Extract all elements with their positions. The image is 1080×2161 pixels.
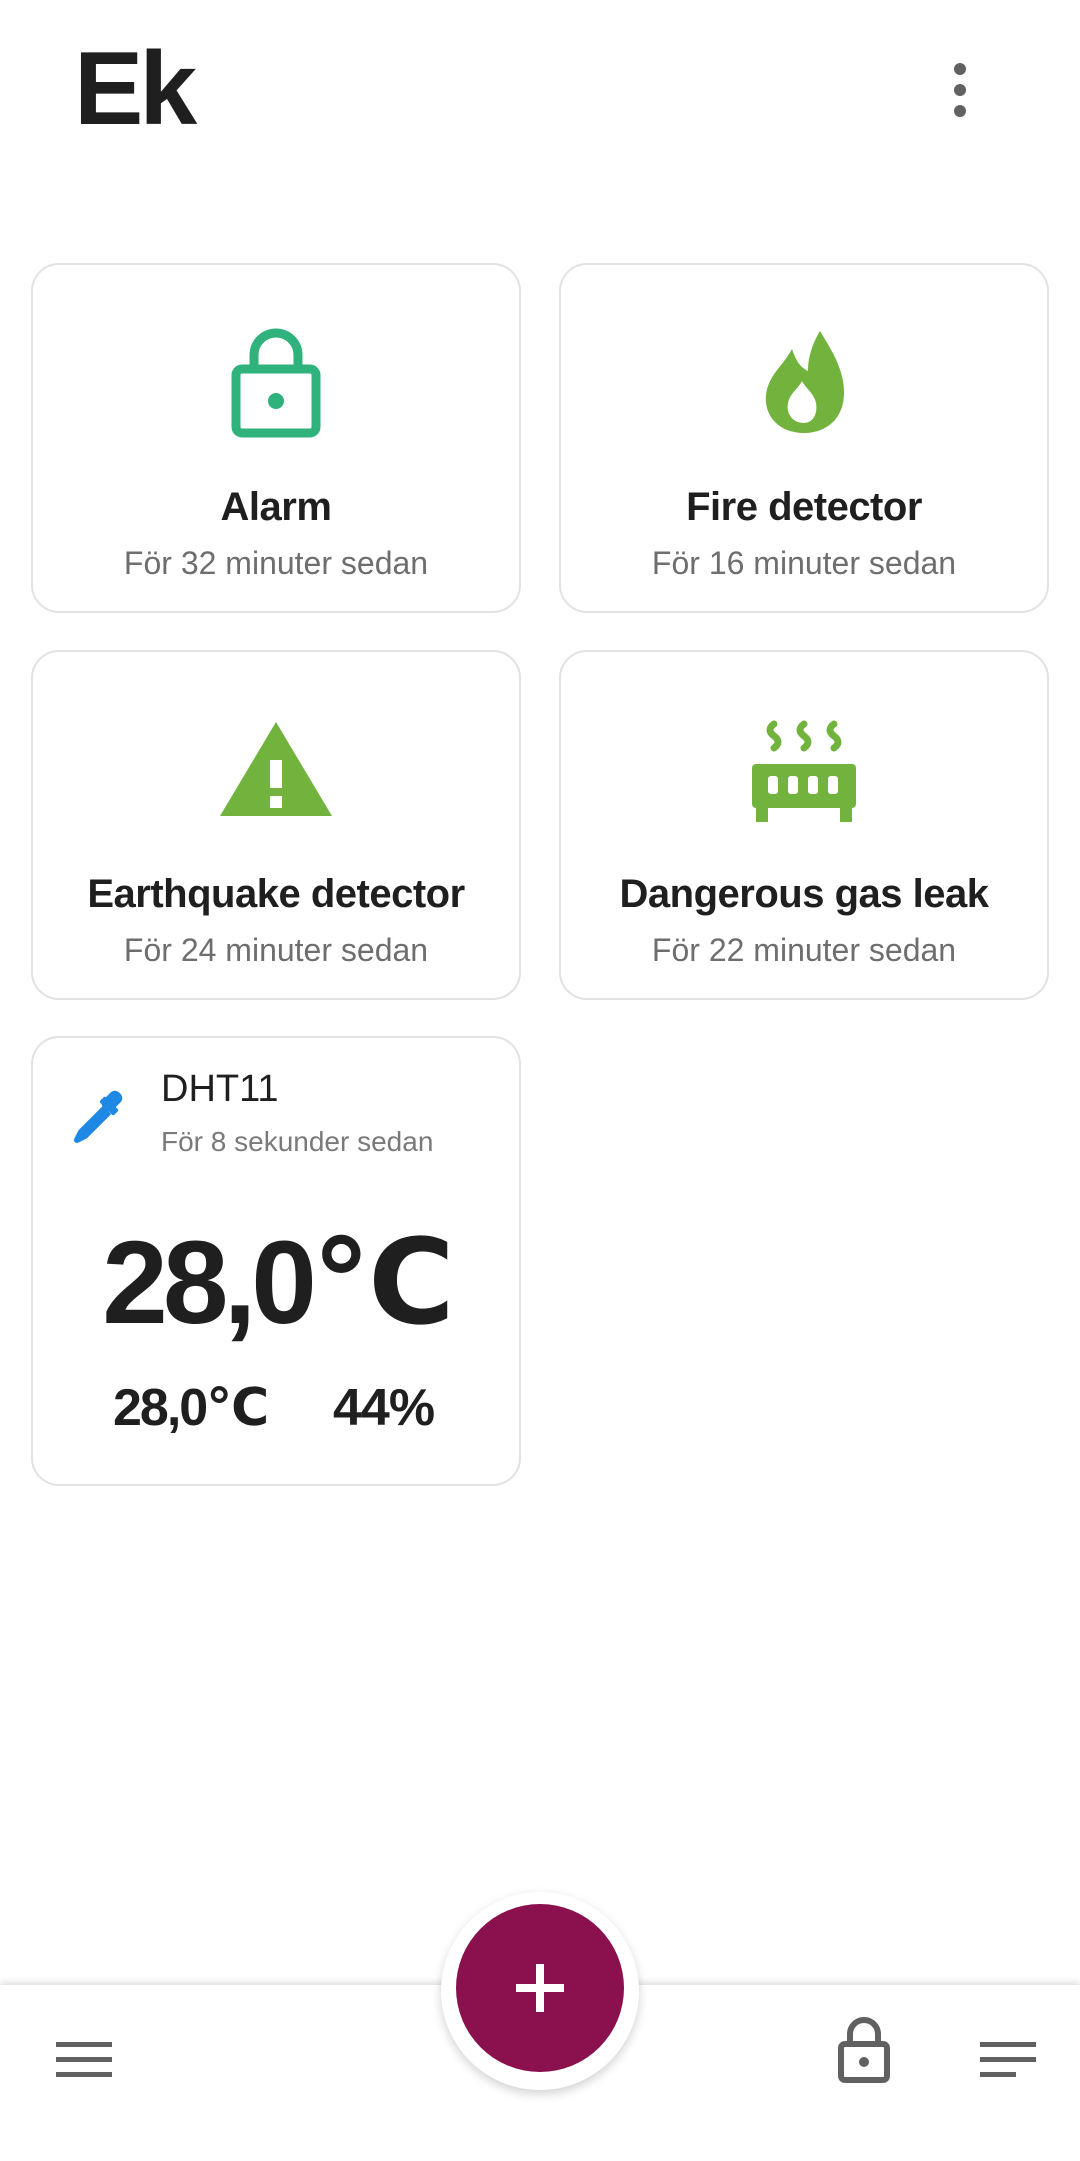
tile-fire-detector[interactable]: Fire detector För 16 minuter sedan [559, 263, 1049, 613]
sort-lines-icon[interactable] [980, 2040, 1036, 2085]
page-title: Ek [74, 31, 197, 147]
hamburger-menu-icon[interactable] [56, 2040, 112, 2085]
top-app-bar: Ek [0, 0, 1080, 180]
flame-icon [561, 321, 1047, 441]
lock-icon[interactable] [836, 2016, 892, 2089]
radiator-icon [561, 708, 1047, 828]
tile-earthquake-detector[interactable]: Earthquake detector För 24 minuter sedan [31, 650, 521, 1000]
tile-name: Alarm [220, 485, 332, 529]
tile-time: För 24 minuter sedan [123, 932, 429, 968]
lock-icon [33, 321, 519, 441]
warning-icon [33, 708, 519, 828]
tile-time: För 22 minuter sedan [651, 932, 957, 968]
tile-dangerous-gas-leak[interactable]: Dangerous gas leak För 22 minuter sedan [559, 650, 1049, 1000]
sensor-humidity: 44% [333, 1379, 435, 1437]
tile-time: För 16 minuter sedan [651, 545, 957, 581]
sensor-name: DHT11 [161, 1068, 279, 1110]
tile-name: Dangerous gas leak [619, 872, 989, 916]
tile-name: Fire detector [686, 485, 922, 529]
tile-time: För 32 minuter sedan [123, 545, 429, 581]
add-button[interactable] [456, 1904, 624, 2072]
tile-name: Earthquake detector [87, 872, 465, 916]
tile-sensor-dht11[interactable]: DHT11 För 8 sekunder sedan 28,0℃ 28,0℃ 4… [31, 1036, 521, 1486]
sensor-temperature: 28,0℃ [113, 1379, 269, 1437]
plus-icon [516, 1964, 564, 2012]
eyedropper-icon [69, 1086, 129, 1146]
tile-alarm[interactable]: Alarm För 32 minuter sedan [31, 263, 521, 613]
sensor-main-value: 28,0℃ [102, 1217, 455, 1349]
more-vert-icon[interactable] [930, 50, 990, 130]
sensor-time: För 8 sekunder sedan [161, 1126, 434, 1157]
